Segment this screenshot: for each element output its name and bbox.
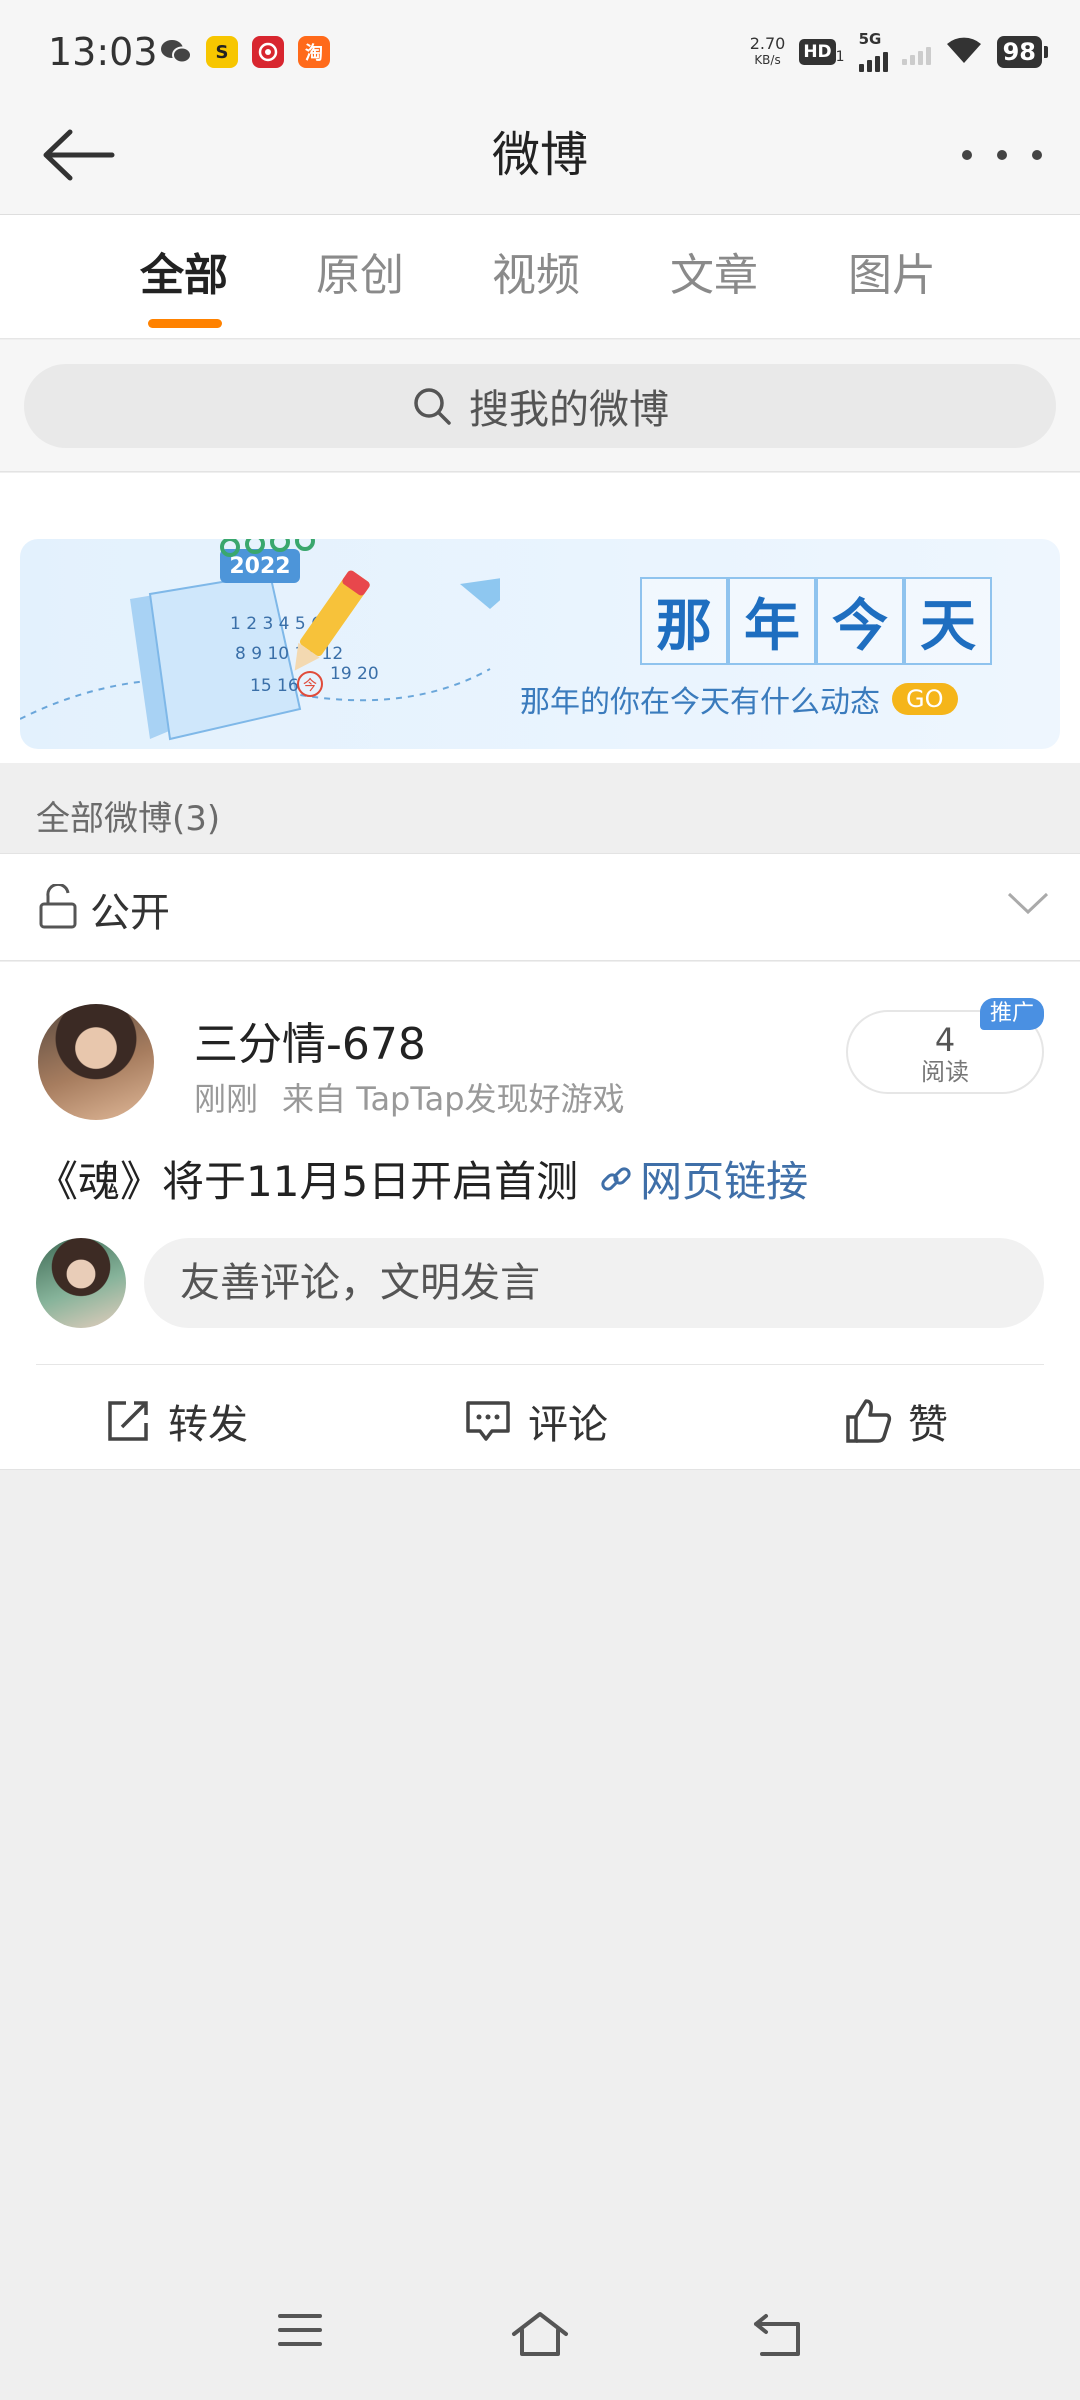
tab-original[interactable]: 原创 bbox=[316, 247, 404, 305]
nav-bar: 微博 bbox=[0, 100, 1080, 215]
banner-title-char: 今 bbox=[816, 577, 904, 665]
comment-input[interactable]: 友善评论，文明发言 bbox=[144, 1238, 1044, 1328]
like-button[interactable]: 赞 bbox=[844, 1392, 948, 1450]
wechat-icon bbox=[160, 36, 192, 68]
on-this-day-banner[interactable]: 2022 1 2 3 4 5 6 8 9 10 11 12 15 16 今 19… bbox=[20, 539, 1060, 749]
status-bar: 13:03 S 淘 2.70 KB/s HD 1 5G 98 bbox=[0, 0, 1080, 100]
system-nav-bar bbox=[0, 2290, 1080, 2380]
repost-label: 转发 bbox=[168, 1402, 248, 1448]
battery-icon: 98 bbox=[996, 36, 1049, 68]
link-icon bbox=[601, 1166, 631, 1191]
visibility-filter[interactable]: 公开 bbox=[0, 853, 1080, 961]
web-link[interactable]: 网页链接 bbox=[598, 1148, 808, 1209]
comment-icon bbox=[466, 1401, 510, 1441]
chevron-down-icon bbox=[1007, 892, 1049, 915]
divider bbox=[36, 1364, 1044, 1365]
repost-button[interactable]: 转发 bbox=[104, 1392, 248, 1450]
banner-title: 那 年 今 天 bbox=[640, 577, 992, 665]
svg-text:15 16: 15 16 bbox=[250, 676, 299, 696]
unlock-icon bbox=[39, 884, 77, 929]
banner-title-char: 年 bbox=[728, 577, 816, 665]
post-card: 三分情-678 刚刚 来自 TapTap发现好游戏 4 阅读 推广 《魂》将于1… bbox=[0, 962, 1080, 1470]
netease-music-icon bbox=[252, 36, 284, 68]
wifi-icon bbox=[945, 35, 983, 69]
calendar-illustration: 2022 1 2 3 4 5 6 8 9 10 11 12 15 16 今 19… bbox=[20, 539, 500, 741]
thumbs-up-icon bbox=[846, 1399, 892, 1443]
back-system-button[interactable] bbox=[752, 2310, 804, 2362]
banner-title-char: 那 bbox=[640, 577, 728, 665]
comment-button[interactable]: 评论 bbox=[464, 1392, 608, 1450]
signal-sim2-icon bbox=[901, 39, 931, 65]
share-icon bbox=[108, 1401, 148, 1441]
more-dot-icon bbox=[962, 150, 972, 160]
comment-row: 友善评论，文明发言 bbox=[36, 1236, 1044, 1328]
tab-article[interactable]: 文章 bbox=[670, 247, 758, 305]
svg-text:今: 今 bbox=[303, 678, 317, 694]
status-indicators: 2.70 KB/s HD 1 5G 98 bbox=[750, 30, 1049, 72]
avatar bbox=[36, 1238, 126, 1328]
sogou-icon: S bbox=[206, 36, 238, 68]
taobao-icon: 淘 bbox=[298, 36, 330, 68]
post-source: 来自 TapTap发现好游戏 bbox=[282, 1080, 625, 1118]
net-speed-unit: KB/s bbox=[754, 53, 781, 67]
svg-text:19 20: 19 20 bbox=[330, 664, 379, 684]
banner-title-char: 天 bbox=[904, 577, 992, 665]
tab-bar: 全部 原创 视频 文章 图片 bbox=[0, 215, 1080, 339]
hd-icon: HD 1 bbox=[799, 39, 845, 65]
hd-label: HD bbox=[799, 39, 836, 65]
visibility-label: 公开 bbox=[90, 890, 170, 936]
home-icon bbox=[512, 2312, 568, 2356]
search-placeholder: 搜我的微博 bbox=[469, 387, 669, 433]
notification-icons: S 淘 bbox=[160, 36, 330, 68]
tab-video[interactable]: 视频 bbox=[492, 247, 580, 305]
post-text: 《魂》将于11月5日开启首测 bbox=[36, 1157, 579, 1206]
post-meta: 刚刚 来自 TapTap发现好游戏 bbox=[194, 1074, 625, 1120]
page-title: 微博 bbox=[491, 127, 588, 183]
promote-badge[interactable]: 推广 bbox=[980, 998, 1045, 1030]
network-type: 5G bbox=[858, 30, 882, 48]
banner-subtitle: 那年的你在今天有什么动态 GO bbox=[520, 677, 958, 721]
menu-button[interactable] bbox=[276, 2310, 324, 2354]
menu-icon bbox=[278, 2314, 322, 2346]
search-icon bbox=[414, 388, 451, 425]
net-speed: 2.70 KB/s bbox=[750, 36, 786, 68]
read-label: 阅读 bbox=[921, 1058, 969, 1086]
post-time: 刚刚 bbox=[194, 1080, 259, 1118]
like-label: 赞 bbox=[908, 1402, 948, 1448]
tab-picture[interactable]: 图片 bbox=[848, 247, 936, 305]
status-time: 13:03 bbox=[48, 30, 158, 74]
more-dot-icon bbox=[1032, 150, 1042, 160]
search-section: 搜我的微博 bbox=[0, 340, 1080, 472]
banner-section: 2022 1 2 3 4 5 6 8 9 10 11 12 15 16 今 19… bbox=[0, 473, 1080, 763]
tab-all[interactable]: 全部 bbox=[140, 247, 228, 305]
net-speed-value: 2.70 bbox=[749, 34, 786, 53]
banner-subtitle-text: 那年的你在今天有什么动态 bbox=[520, 685, 880, 720]
section-header-text: 全部微博(3) bbox=[36, 799, 221, 839]
back-icon bbox=[754, 2314, 800, 2356]
calendar-year: 2022 bbox=[229, 554, 290, 579]
hd-sub: 1 bbox=[835, 49, 845, 65]
section-header: 全部微博(3) bbox=[0, 763, 1080, 853]
web-link-text: 网页链接 bbox=[640, 1157, 809, 1206]
more-dot-icon bbox=[997, 150, 1007, 160]
post-body: 《魂》将于11月5日开启首测 网页链接 bbox=[36, 1148, 808, 1209]
home-button[interactable] bbox=[510, 2310, 570, 2362]
comment-label: 评论 bbox=[528, 1402, 608, 1448]
banner-go-button[interactable]: GO bbox=[892, 683, 958, 715]
post-actions: 转发 评论 赞 bbox=[0, 1366, 1080, 1470]
avatar[interactable] bbox=[38, 1004, 154, 1120]
signal-5g-icon: 5G bbox=[858, 30, 888, 72]
more-button[interactable] bbox=[962, 130, 1042, 180]
tab-indicator bbox=[148, 319, 222, 328]
search-input[interactable]: 搜我的微博 bbox=[24, 364, 1056, 448]
post-username[interactable]: 三分情-678 bbox=[194, 1008, 426, 1072]
